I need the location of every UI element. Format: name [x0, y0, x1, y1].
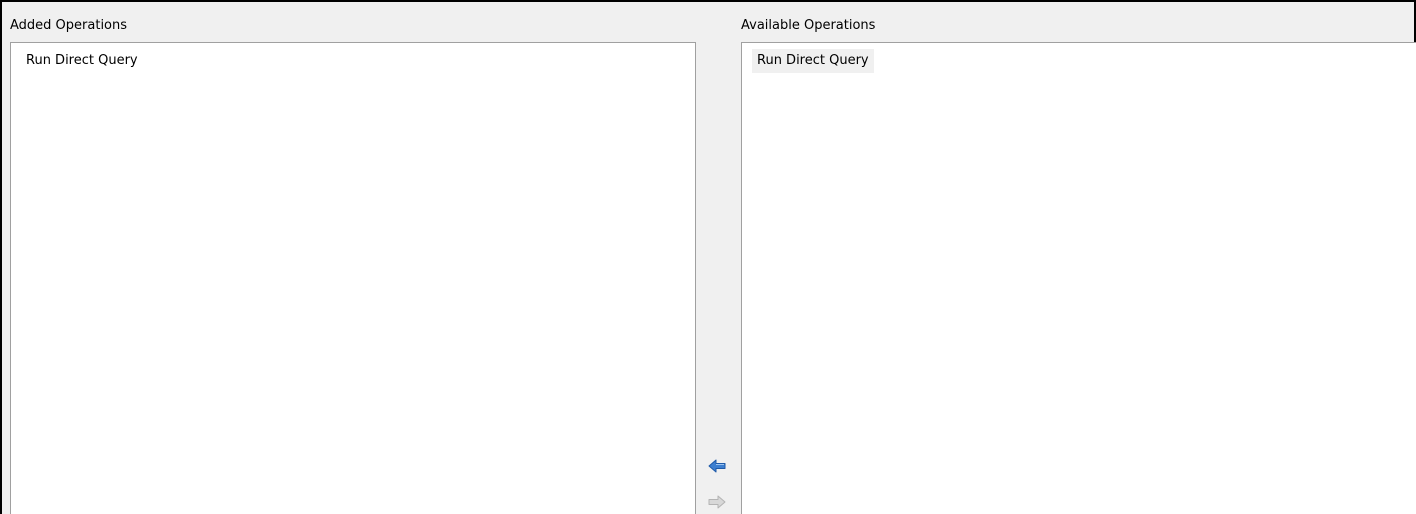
add-operation-button[interactable] — [707, 456, 727, 476]
arrow-left-icon — [708, 459, 726, 473]
list-item[interactable]: Run Direct Query — [21, 49, 143, 73]
arrow-right-icon — [708, 495, 726, 509]
operations-dialog: Added Operations Run Direct Query Availa… — [0, 0, 1416, 514]
available-operations-list[interactable]: Run Direct Query — [741, 42, 1416, 514]
list-item[interactable]: Run Direct Query — [752, 49, 874, 73]
added-operations-list[interactable]: Run Direct Query — [10, 42, 696, 514]
added-operations-label: Added Operations — [10, 18, 128, 33]
remove-operation-button[interactable] — [707, 492, 727, 512]
available-operations-label: Available Operations — [741, 18, 876, 33]
